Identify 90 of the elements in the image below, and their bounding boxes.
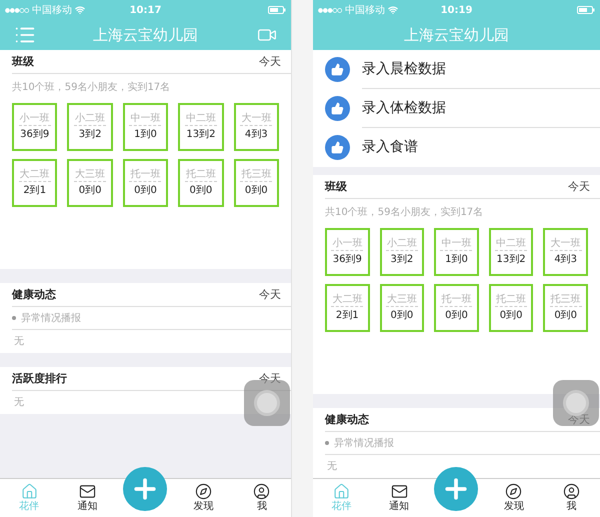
class-card[interactable]: 小一班 36到9 xyxy=(12,103,58,151)
class-count: 2到1 xyxy=(23,184,46,198)
class-card[interactable]: 大二班 2到1 xyxy=(12,159,58,207)
class-count: 13到2 xyxy=(496,253,526,267)
class-name: 托二班 xyxy=(495,293,528,307)
class-name: 托二班 xyxy=(184,168,217,182)
class-summary: 共10个班，59名小朋友，实到17名 xyxy=(325,206,484,220)
class-card[interactable]: 大二班 2到1 xyxy=(325,284,370,332)
header-title: 上海云宝幼儿园 xyxy=(93,24,198,46)
class-card[interactable]: 托二班 0到0 xyxy=(488,284,534,332)
class-card[interactable]: 中二班 13到2 xyxy=(488,228,534,276)
class-name: 中一班 xyxy=(440,237,472,251)
class-card[interactable]: 大一班 4到3 xyxy=(234,103,279,151)
class-name: 大一班 xyxy=(550,237,582,251)
class-count: 36到9 xyxy=(20,128,50,142)
action-row[interactable]: 录入食谱 xyxy=(325,128,600,167)
class-card[interactable]: 托二班 0到0 xyxy=(178,159,224,207)
class-name: 小一班 xyxy=(18,112,51,126)
action-label: 录入食谱 xyxy=(362,138,419,157)
class-count: 4到3 xyxy=(244,128,268,142)
tab-item[interactable]: 我 xyxy=(542,479,600,517)
class-name: 小二班 xyxy=(386,237,418,251)
class-name: 大三班 xyxy=(386,293,418,307)
class-card[interactable]: 托一班 0到0 xyxy=(122,159,168,207)
tab-item[interactable]: 发现 xyxy=(174,479,233,517)
class-name: 托一班 xyxy=(440,293,472,307)
class-count: 0到0 xyxy=(244,184,268,198)
class-count: 0到0 xyxy=(554,309,578,323)
class-count: 13到2 xyxy=(186,128,216,142)
class-count: 36到9 xyxy=(332,253,362,267)
section-title: 班级 xyxy=(12,54,34,70)
class-name: 大二班 xyxy=(331,293,364,307)
class-count: 1到0 xyxy=(445,253,468,267)
feed-text: 无 xyxy=(326,460,337,474)
class-name: 大二班 xyxy=(18,168,51,182)
carrier-name: 中国移动 xyxy=(345,4,385,18)
class-count: 0到0 xyxy=(190,184,212,198)
class-card[interactable]: 大一班 4到3 xyxy=(543,228,588,276)
tab-item[interactable]: 通知 xyxy=(58,479,116,517)
class-card[interactable]: 中一班 1到0 xyxy=(122,103,168,151)
section-title: 活跃度排行 xyxy=(12,370,67,386)
class-summary: 共10个班，59名小朋友，实到17名 xyxy=(12,80,172,95)
feed-text: 异常情况播报 xyxy=(21,312,81,326)
status-time: 10:17 xyxy=(130,4,162,18)
section-date: 今天 xyxy=(259,54,281,70)
class-count: 0到0 xyxy=(445,309,468,323)
section-title: 健康动态 xyxy=(325,412,369,428)
status-time: 10:19 xyxy=(440,4,472,18)
class-card[interactable]: 中二班 13到2 xyxy=(178,103,224,151)
class-count: 0到0 xyxy=(500,309,522,323)
class-count: 0到0 xyxy=(134,184,157,198)
header-title: 上海云宝幼儿园 xyxy=(404,24,509,46)
class-card[interactable]: 小二班 3到2 xyxy=(67,103,113,151)
class-count: 3到2 xyxy=(390,253,414,267)
class-name: 中二班 xyxy=(184,112,217,126)
section-date: 今天 xyxy=(259,286,281,302)
class-count: 3到2 xyxy=(78,128,102,142)
class-card[interactable]: 托三班 0到0 xyxy=(543,284,588,332)
class-count: 1到0 xyxy=(134,128,157,142)
class-card[interactable]: 托一班 0到0 xyxy=(434,284,479,332)
class-card[interactable]: 大三班 0到0 xyxy=(380,284,424,332)
section-title: 健康动态 xyxy=(12,286,56,302)
section-title: 班级 xyxy=(325,178,347,194)
class-card[interactable]: 小二班 3到2 xyxy=(380,228,424,276)
class-name: 小二班 xyxy=(74,112,106,126)
class-name: 托三班 xyxy=(240,168,272,182)
class-count: 2到1 xyxy=(336,309,359,323)
tab-item[interactable]: 通知 xyxy=(370,479,428,517)
class-name: 大一班 xyxy=(240,112,272,126)
class-card[interactable]: 大三班 0到0 xyxy=(67,159,113,207)
carrier-name: 中国移动 xyxy=(32,4,72,18)
feed-text: 异常情况播报 xyxy=(334,436,394,450)
class-name: 大三班 xyxy=(74,168,106,182)
class-name: 小一班 xyxy=(331,237,364,251)
class-name: 托一班 xyxy=(129,168,162,182)
class-count: 4到3 xyxy=(554,253,578,267)
tab-item[interactable]: 我 xyxy=(232,479,291,517)
section-date: 今天 xyxy=(259,370,281,386)
class-name: 中二班 xyxy=(495,237,528,251)
class-name: 中一班 xyxy=(129,112,162,126)
class-card[interactable]: 托三班 0到0 xyxy=(234,159,279,207)
class-count: 0到0 xyxy=(78,184,102,198)
class-count: 0到0 xyxy=(390,309,414,323)
class-card[interactable]: 小一班 36到9 xyxy=(325,228,370,276)
feed-text: 无 xyxy=(13,335,24,349)
feed-text: 无 xyxy=(13,396,24,410)
class-card[interactable]: 中一班 1到0 xyxy=(434,228,479,276)
section-date: 今天 xyxy=(568,178,590,194)
tab-item[interactable]: 发现 xyxy=(485,479,543,517)
class-name: 托三班 xyxy=(550,293,582,307)
